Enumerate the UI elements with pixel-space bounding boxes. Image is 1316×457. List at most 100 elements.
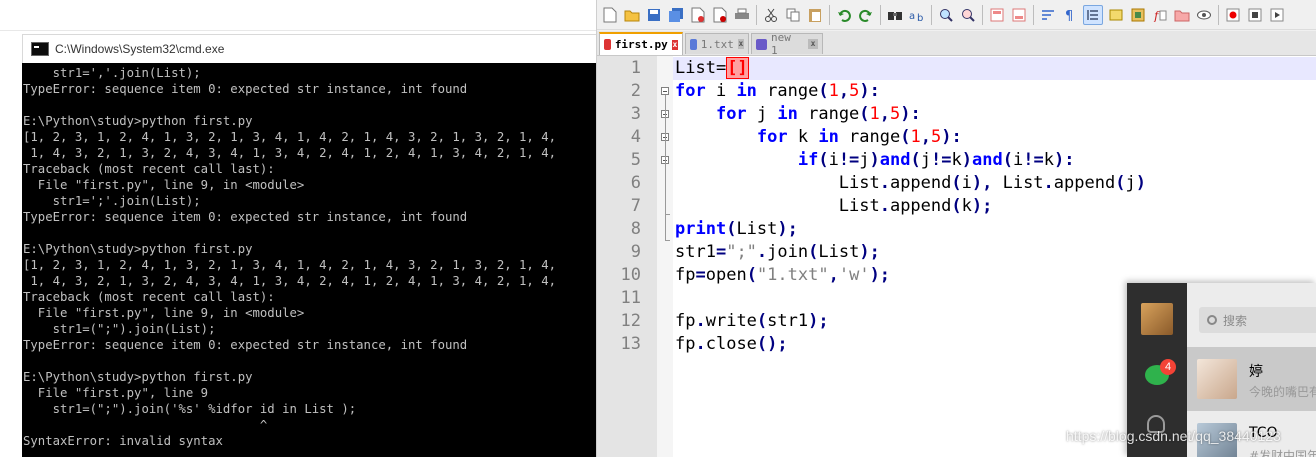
- file-saved-icon: [756, 38, 767, 50]
- close-icon[interactable]: x: [737, 39, 744, 49]
- code-line: str1=";".join(List);: [675, 242, 880, 262]
- redo-icon[interactable]: [857, 6, 875, 24]
- code-line: List.append(k);: [675, 196, 993, 216]
- zoom-out-icon[interactable]: [959, 6, 977, 24]
- cmd-window: C:\Windows\System32\cmd.exe str1=','.joi…: [0, 0, 596, 457]
- line-number: 8: [630, 219, 641, 239]
- console-line: TypeError: sequence item 0: expected str…: [23, 210, 468, 224]
- svg-text:a: a: [909, 11, 915, 22]
- tab-1-txt[interactable]: 1.txt x: [685, 33, 749, 54]
- toolbar-separator: [1033, 4, 1034, 25]
- console-text: str1=','.join(List); TypeError: sequence…: [22, 63, 596, 449]
- cmd-titlebar[interactable]: C:\Windows\System32\cmd.exe: [22, 34, 596, 63]
- undo-icon[interactable]: [835, 6, 853, 24]
- cut-icon[interactable]: [762, 6, 780, 24]
- console-line: Traceback (most recent call last):: [23, 162, 275, 176]
- tab-label: new 1: [770, 31, 791, 57]
- line-number-margin: 1 2 3 4 5 6 7 8 9 10 11 12 13: [597, 56, 657, 457]
- toolbar-separator: [880, 4, 881, 25]
- toolbar: ab ¶ f: [597, 0, 1316, 30]
- copy-icon[interactable]: [784, 6, 802, 24]
- code-line: List.append(i), List.append(j): [675, 173, 1146, 193]
- console-line: str1=';'.join(List);: [23, 194, 201, 208]
- cmd-title: C:\Windows\System32\cmd.exe: [55, 42, 225, 56]
- console-output[interactable]: str1=','.join(List); TypeError: sequence…: [22, 63, 596, 457]
- console-line: SyntaxError: invalid syntax: [23, 434, 223, 448]
- indent-guide-icon[interactable]: [1083, 4, 1103, 25]
- play-macro-icon[interactable]: [1268, 6, 1286, 24]
- search-placeholder: 搜索: [1223, 313, 1248, 328]
- watermark: https://blog.csdn.net/qq_38440123: [1066, 428, 1281, 444]
- code-line: fp=open("1.txt",'w');: [675, 265, 891, 285]
- language-icon[interactable]: [1107, 6, 1125, 24]
- svg-text:¶: ¶: [1065, 9, 1073, 22]
- code-line: fp.write(str1);: [675, 311, 829, 331]
- line-number: 1: [630, 58, 641, 78]
- close-all-icon[interactable]: [711, 6, 729, 24]
- close-file-icon[interactable]: [689, 6, 707, 24]
- save-icon[interactable]: [645, 6, 663, 24]
- new-file-icon[interactable]: [601, 6, 619, 24]
- word-wrap-icon[interactable]: [1039, 6, 1057, 24]
- file-modified-icon: [604, 39, 611, 50]
- record-macro-icon[interactable]: [1224, 6, 1242, 24]
- console-line: File "first.py", line 9, in <module>: [23, 306, 305, 320]
- console-line: [1, 2, 3, 1, 2, 4, 1, 3, 2, 1, 3, 4, 1, …: [23, 130, 557, 144]
- open-file-icon[interactable]: [623, 6, 641, 24]
- tab-new-1[interactable]: new 1 x: [751, 31, 823, 57]
- toolbar-separator: [756, 4, 757, 25]
- show-all-chars-icon[interactable]: ¶: [1061, 6, 1079, 24]
- find-icon[interactable]: [886, 6, 904, 24]
- document-map-icon[interactable]: [1129, 6, 1147, 24]
- contact-name: 婷: [1249, 364, 1263, 380]
- tab-label: first.py: [614, 38, 668, 51]
- paste-icon[interactable]: [806, 6, 824, 24]
- fold-minus-icon[interactable]: [661, 87, 669, 95]
- console-line: 1, 4, 3, 2, 1, 3, 2, 4, 3, 4, 1, 3, 4, 2…: [23, 146, 557, 160]
- line-number: 11: [620, 288, 641, 308]
- folder-workspace-icon[interactable]: [1173, 6, 1191, 24]
- avatar[interactable]: [1141, 303, 1173, 335]
- console-line: 1, 4, 3, 2, 1, 3, 2, 4, 3, 4, 1, 3, 4, 2…: [23, 274, 557, 288]
- message-preview: #发财中国年: [1249, 449, 1316, 457]
- console-line: Traceback (most recent call last):: [23, 290, 275, 304]
- console-line: [1, 2, 3, 1, 2, 4, 1, 3, 2, 1, 3, 4, 1, …: [23, 258, 557, 272]
- toolbar-separator: [982, 4, 983, 25]
- sync-vertical-icon[interactable]: [988, 6, 1006, 24]
- tab-first-py[interactable]: first.py x: [599, 32, 683, 55]
- line-number: 7: [630, 196, 641, 216]
- code-line: if(i!=j)and(j!=k)and(i!=k):: [797, 150, 1075, 170]
- chat-list-item[interactable]: 婷 今晚的嘴巴有: [1187, 347, 1316, 411]
- code-line: for j in range(1,5):: [715, 104, 921, 124]
- print-icon[interactable]: [733, 6, 751, 24]
- line-number: 2: [630, 81, 641, 101]
- replace-icon[interactable]: ab: [908, 6, 926, 24]
- tab-bar: first.py x 1.txt x new 1 x: [597, 31, 1316, 57]
- close-icon[interactable]: x: [671, 39, 678, 50]
- console-line: ^: [23, 418, 268, 432]
- close-icon[interactable]: x: [808, 39, 818, 49]
- monitoring-icon[interactable]: [1195, 6, 1213, 24]
- console-line: TypeError: sequence item 0: expected str…: [23, 338, 468, 352]
- function-list-icon[interactable]: f: [1151, 6, 1169, 24]
- toolbar-separator: [1218, 4, 1219, 25]
- save-all-icon[interactable]: [667, 6, 685, 24]
- toolbar-separator: [829, 4, 830, 25]
- line-number: 4: [630, 127, 641, 147]
- toolbar-separator: [931, 4, 932, 25]
- sync-horizontal-icon[interactable]: [1010, 6, 1028, 24]
- chat-search-box[interactable]: 搜索: [1199, 307, 1316, 333]
- line-number: 9: [630, 242, 641, 262]
- console-line: E:\Python\study>python first.py: [23, 114, 253, 128]
- current-line-highlight: [673, 57, 1316, 80]
- console-line: File "first.py", line 9, in <module>: [23, 178, 305, 192]
- console-line: str1=','.join(List);: [23, 66, 201, 80]
- tab-label: 1.txt: [700, 37, 734, 51]
- console-line: E:\Python\study>python first.py: [23, 242, 253, 256]
- svg-text:b: b: [917, 13, 923, 22]
- stop-macro-icon[interactable]: [1246, 6, 1264, 24]
- file-saved-icon: [690, 38, 697, 50]
- zoom-in-icon[interactable]: [937, 6, 955, 24]
- line-number: 13: [620, 334, 641, 354]
